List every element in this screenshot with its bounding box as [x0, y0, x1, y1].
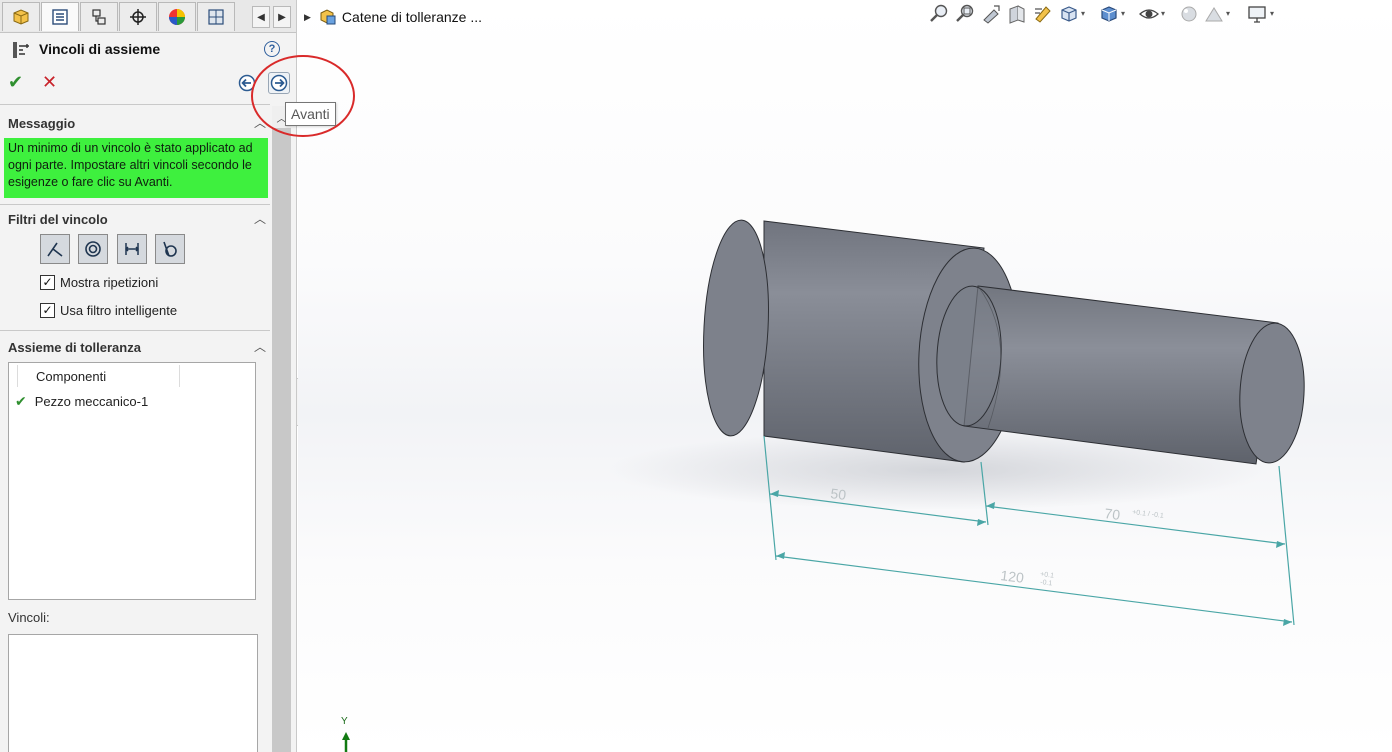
concentric-filter-icon [85, 241, 101, 257]
tolerance-assembly-section-title[interactable]: Assieme di tolleranza [8, 340, 141, 355]
tab-tolanalyst[interactable] [197, 2, 235, 31]
mates-list[interactable] [8, 634, 258, 752]
column-separator [179, 365, 180, 387]
part-pezzo-meccanico[interactable] [698, 218, 1307, 465]
panel-scrollbar[interactable] [272, 106, 291, 752]
filter-distance-button[interactable] [117, 234, 147, 264]
triad-y-label: Y [341, 716, 348, 727]
distance-filter-icon [124, 243, 140, 255]
triangle-left-icon: ◀ [257, 11, 265, 23]
tab-scroll-right-button[interactable]: ▶ [273, 6, 291, 28]
divider [0, 204, 270, 205]
column-separator [17, 365, 18, 387]
back-button[interactable] [236, 72, 258, 94]
filter-tangent-button[interactable] [155, 234, 185, 264]
tab-configurationmanager[interactable] [80, 2, 118, 31]
triangle-right-icon: ▶ [278, 11, 286, 23]
dimension-value-70[interactable]: 70 [1104, 505, 1122, 523]
tolanalyst-icon [208, 9, 224, 25]
mates-label: Vincoli: [8, 610, 50, 625]
filter-angle-button[interactable] [40, 234, 70, 264]
dimension-arrows [770, 490, 1292, 626]
tab-featuremanager[interactable] [2, 2, 40, 31]
filter-concentric-button[interactable] [78, 234, 108, 264]
dimension-line-120[interactable] [775, 555, 1293, 623]
components-list[interactable]: Componenti ✔ Pezzo meccanico-1 [8, 362, 256, 600]
graphics-area[interactable]: ▶ Catene di tolleranze ... ▾ ▾ ▾ ▾ ▾ 50 … [298, 0, 1392, 752]
reference-triad: Y [336, 716, 356, 752]
smart-filter-label: Usa filtro intelligente [60, 302, 178, 318]
chevron-up-icon[interactable]: ︿ [254, 210, 266, 227]
cancel-button[interactable]: ✕ [42, 72, 62, 92]
large-cylinder-end-face[interactable] [698, 218, 773, 437]
triad-y-axis-icon [342, 732, 350, 752]
mate-icon [13, 42, 29, 58]
propertymanager-icon [52, 9, 68, 25]
tab-propertymanager[interactable] [41, 2, 79, 31]
tab-dimxpertmanager[interactable] [119, 2, 157, 31]
help-icon[interactable]: ? [264, 41, 280, 57]
show-repeats-label: Mostra ripetizioni [60, 274, 159, 290]
property-manager-actions: ✔ ✕ [0, 68, 296, 98]
divider [0, 330, 270, 331]
property-manager-panel: ◀ ▶ Vincoli di assieme ? ✔ ✕ Messaggio ︿… [0, 0, 297, 752]
component-name: Pezzo meccanico-1 [34, 393, 149, 409]
dimension-value-120[interactable]: 120 [1000, 567, 1025, 586]
chevron-up-icon[interactable]: ︿ [254, 338, 266, 355]
checkmark-icon: ✔ [15, 392, 27, 409]
dimension-tolerance-70: +0.1 / -0.1 [1132, 509, 1164, 520]
model-view[interactable]: 50 70 +0.1 / -0.1 120 +0.1 -0.1 [298, 0, 1392, 752]
show-repeats-checkbox[interactable]: ✓ [40, 274, 55, 290]
manager-tab-strip: ◀ ▶ [0, 0, 296, 33]
dimension-value-50[interactable]: 50 [830, 485, 848, 503]
configurationmanager-icon [92, 9, 106, 25]
smart-filter-checkbox-row[interactable]: ✓ Usa filtro intelligente [40, 301, 177, 319]
next-button[interactable] [268, 72, 290, 94]
show-repeats-checkbox-row[interactable]: ✓ Mostra ripetizioni [40, 273, 158, 291]
arrow-right-circle-icon [270, 74, 288, 92]
smart-filter-checkbox[interactable]: ✓ [40, 302, 55, 318]
dimxpertmanager-icon [130, 9, 146, 25]
property-manager-title: Vincoli di assieme [39, 41, 161, 57]
next-button-tooltip: Avanti [285, 102, 336, 126]
filters-section-title[interactable]: Filtri del vincolo [8, 212, 108, 227]
message-section-title[interactable]: Messaggio [8, 116, 75, 131]
chevron-up-icon[interactable]: ︿ [254, 114, 266, 131]
featuremanager-icon [13, 9, 29, 25]
filter-button-group [40, 234, 190, 265]
tangent-filter-icon [163, 241, 177, 257]
property-manager-header: Vincoli di assieme ? [8, 38, 288, 62]
tab-displaymanager[interactable] [158, 2, 196, 31]
ok-button[interactable]: ✔ [8, 72, 28, 92]
components-column-header[interactable]: Componenti [36, 369, 106, 384]
list-item[interactable]: ✔ Pezzo meccanico-1 [15, 392, 148, 410]
angle-filter-icon [47, 242, 63, 257]
displaymanager-icon [169, 9, 185, 25]
divider [0, 104, 270, 105]
arrow-left-circle-icon [238, 74, 256, 92]
message-text: Un minimo di un vincolo è stato applicat… [4, 138, 268, 198]
dimension-tolerance-lower-120: -0.1 [1040, 579, 1053, 587]
tab-scroll-left-button[interactable]: ◀ [252, 6, 270, 28]
